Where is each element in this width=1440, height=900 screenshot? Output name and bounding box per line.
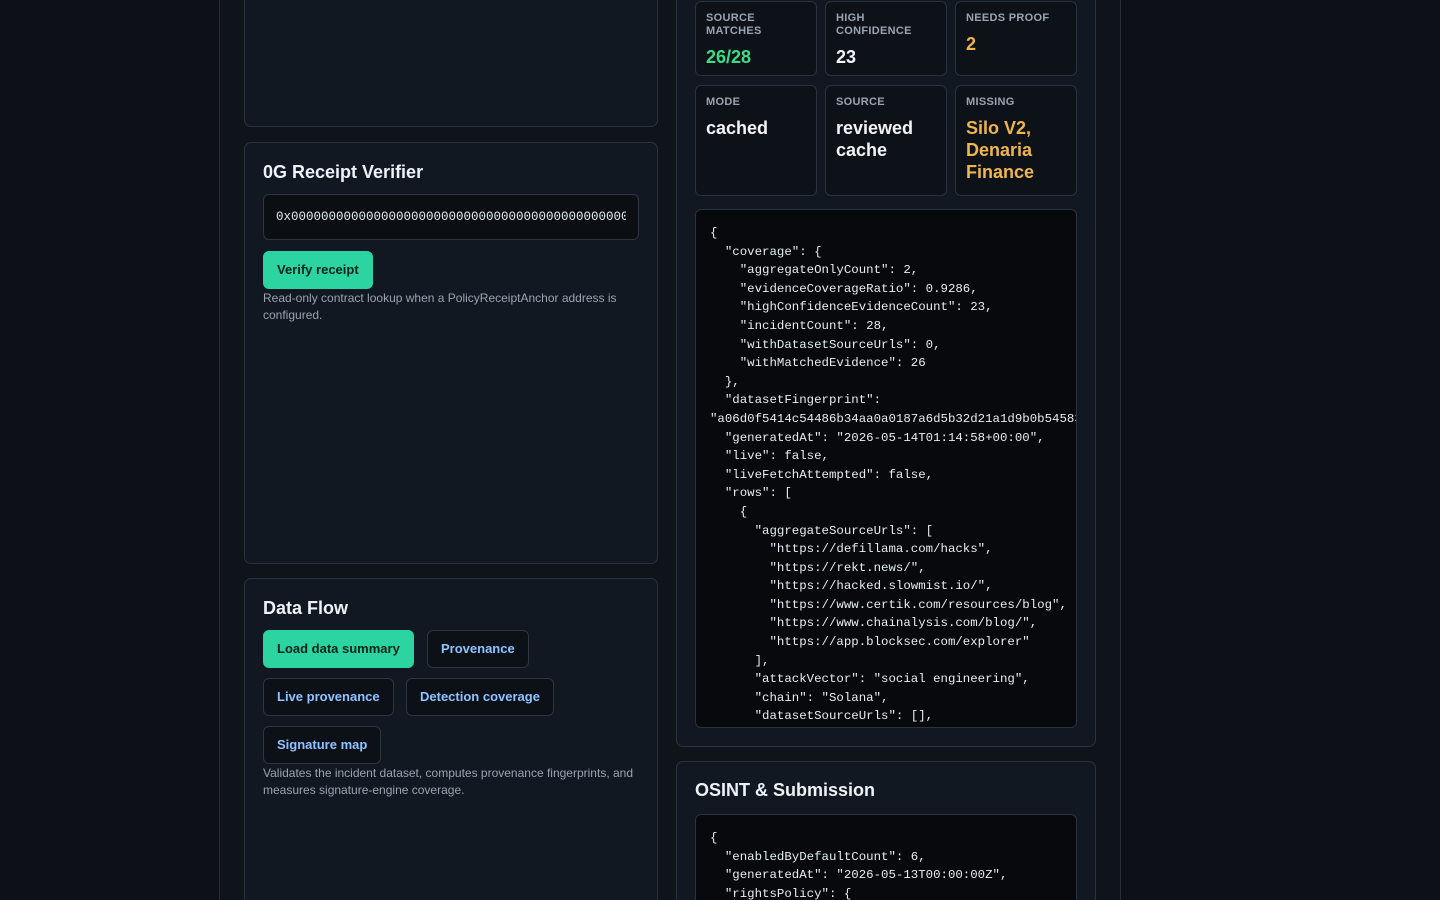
receipt-helper-text: Read-only contract lookup when a PolicyR…	[263, 291, 617, 322]
stat-needs-proof: NEEDS PROOF 2	[955, 1, 1077, 76]
previous-panel	[244, 0, 658, 127]
live-provenance-button[interactable]: Live provenance	[263, 678, 394, 716]
stat-value: Silo V2, Denaria Finance	[966, 118, 1035, 182]
data-flow-title: Data Flow	[263, 598, 349, 618]
signature-map-button[interactable]: Signature map	[263, 726, 382, 764]
osint-submission-card: OSINT & Submission { "enabledByDefaultCo…	[676, 761, 1096, 900]
stat-label: NEEDS PROOF	[966, 12, 1050, 24]
load-data-summary-button[interactable]: Load data summary	[263, 630, 414, 668]
verify-receipt-button[interactable]: Verify receipt	[263, 251, 373, 289]
osint-json-output[interactable]: { "enabledByDefaultCount": 6, "generated…	[695, 814, 1077, 900]
receipt-address-input[interactable]	[263, 194, 639, 240]
stat-label: MISSING	[966, 96, 1015, 108]
receipt-verifier-title: 0G Receipt Verifier	[263, 162, 424, 182]
provenance-button[interactable]: Provenance	[427, 630, 529, 668]
stat-label: MODE	[706, 96, 741, 108]
summary-json-text: { "coverage": { "aggregateOnlyCount": 2,…	[710, 226, 1077, 724]
stat-value: reviewed cache	[836, 118, 914, 160]
stat-label: SOURCE MATCHES	[706, 12, 762, 37]
stat-value: 2	[966, 34, 977, 54]
stat-source: SOURCE reviewed cache	[825, 85, 947, 196]
receipt-verifier-card: 0G Receipt Verifier Verify receipt Read-…	[244, 142, 658, 564]
stat-mode: MODE cached	[695, 85, 817, 196]
osint-json-text: { "enabledByDefaultCount": 6, "generated…	[710, 831, 1008, 900]
stat-high-confidence: HIGH CONFIDENCE 23	[825, 1, 947, 76]
stat-label: HIGH CONFIDENCE	[836, 12, 912, 37]
data-summary-card: SOURCE MATCHES 26/28 HIGH CONFIDENCE 23 …	[676, 0, 1096, 747]
stat-source-matches: SOURCE MATCHES 26/28	[695, 1, 817, 76]
stat-missing: MISSING Silo V2, Denaria Finance	[955, 85, 1077, 196]
detection-coverage-button[interactable]: Detection coverage	[406, 678, 554, 716]
stat-label: SOURCE	[836, 96, 885, 108]
stat-value: 23	[836, 47, 857, 67]
stat-value: cached	[706, 118, 769, 138]
osint-title: OSINT & Submission	[695, 780, 876, 800]
stat-value: 26/28	[706, 47, 752, 67]
data-flow-card: Data Flow Load data summary Provenance L…	[244, 578, 658, 900]
data-flow-helper-text: Validates the incident dataset, computes…	[263, 766, 634, 797]
summary-json-output[interactable]: { "coverage": { "aggregateOnlyCount": 2,…	[695, 209, 1077, 728]
